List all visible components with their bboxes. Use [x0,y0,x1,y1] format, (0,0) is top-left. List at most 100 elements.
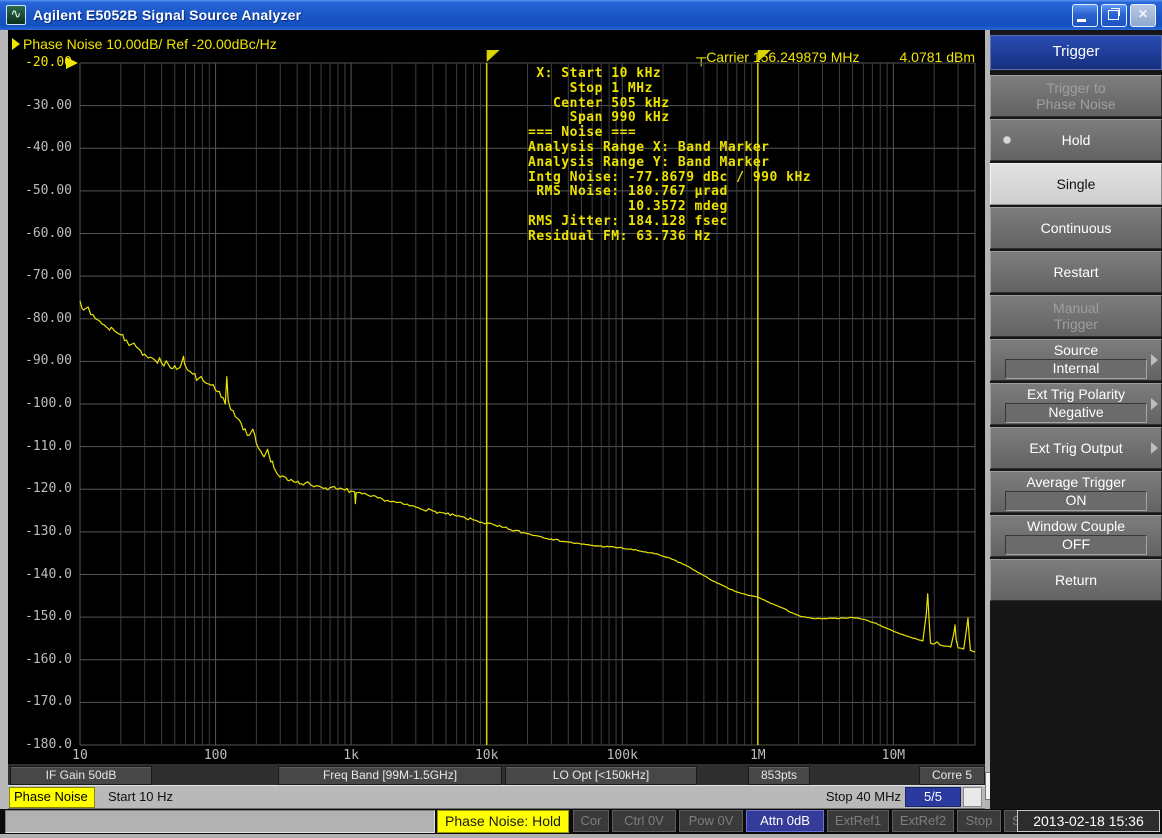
range-bar-scroll-thumb[interactable] [963,787,982,807]
window-title: Agilent E5052B Signal Source Analyzer [33,7,301,23]
softkey-return[interactable]: Return [990,559,1162,601]
y-axis-label: -130.0 [8,524,72,539]
analysis-line: Intg Noise: -77.8679 dBc / 990 kHz [528,171,811,185]
x-axis-label: 100 [181,748,251,763]
softkey-average-trigger[interactable]: Average TriggerON [990,471,1162,513]
datetime-readout: 2013-02-18 15:36 [1017,810,1160,832]
close-icon: ✕ [1131,7,1155,21]
y-axis-label: -150.0 [8,609,72,624]
status-indicator-row: CorCtrl 0VPow 0VAttn 0dBExtRef1ExtRef2St… [573,810,1042,832]
softkey-label: Trigger [1054,316,1098,332]
softkey-value: Internal [1005,359,1147,379]
status-message-panel [5,810,435,833]
minimize-icon [1077,19,1086,22]
window-frame-bottom [0,834,1162,838]
x-axis-label: 1M [723,748,793,763]
x-axis-label: 10 [45,748,115,763]
softkey-label: Ext Trig Output [1029,440,1122,456]
y-axis-label: -100.0 [8,396,72,411]
info-box-points: 853pts [748,766,810,785]
phase-noise-plot-panel: Phase Noise 10.00dB/ Ref -20.00dBc/Hz ┬C… [8,30,985,762]
radio-indicator-icon [1003,136,1011,144]
analysis-line: RMS Noise: 180.767 µrad [528,185,728,199]
y-axis-label: -70.00 [8,268,72,283]
y-axis-label: -160.0 [8,652,72,667]
app-icon: ∿ [6,5,26,25]
info-box-if-gain: IF Gain 50dB [10,766,152,785]
softkey-label: Return [1055,572,1097,588]
y-axis-label: -140.0 [8,567,72,582]
analysis-line: RMS Jitter: 184.128 fsec [528,215,728,229]
softkey-source[interactable]: SourceInternal [990,339,1162,381]
sweep-range-bar: Phase Noise Start 10 Hz Stop 40 MHz 5/5 [8,785,985,809]
softkey-label: Average Trigger [1026,474,1125,490]
softkey-value: Negative [1005,403,1147,423]
softkey-menu: Trigger Trigger toPhase NoiseHoldSingleC… [990,30,1162,809]
submenu-arrow-icon [1151,398,1158,410]
band-marker-flag-icon[interactable] [487,50,500,62]
analysis-line: Residual FM: 63.736 Hz [528,230,711,244]
sweep-start-readout: Start 10 Hz [108,789,173,804]
info-box-correction: Corre 5 [919,766,985,785]
trace-page-badge[interactable]: 5/5 [905,787,961,807]
measurement-mode-badge: Phase Noise [9,787,95,808]
y-axis-label: -90.00 [8,353,72,368]
softkey-restart[interactable]: Restart [990,251,1162,293]
status-indicator-stop[interactable]: Stop [957,810,1001,832]
softkey-label: Manual [1053,300,1099,316]
softkey-continuous[interactable]: Continuous [990,207,1162,249]
softkey-single[interactable]: Single [990,163,1162,205]
softkey-menu-title: Trigger [990,35,1162,70]
y-axis-label: -60.00 [8,226,72,241]
close-button[interactable]: ✕ [1130,4,1156,27]
y-axis-label: -80.00 [8,311,72,326]
y-axis-label: -40.00 [8,140,72,155]
status-indicator-extref1[interactable]: ExtRef1 [827,810,889,832]
softkey-label: Phase Noise [1036,96,1115,112]
phase-noise-chart [8,30,985,762]
analysis-line: X: Start 10 kHz [528,67,661,81]
softkey-ext-trig-output[interactable]: Ext Trig Output [990,427,1162,469]
softkey-label: Window Couple [1027,518,1125,534]
softkey-label: Restart [1053,264,1098,280]
measurement-info-bar: IF Gain 50dB Freq Band [99M-1.5GHz]LO Opt… [8,762,985,786]
status-bar: Phase Noise: Hold CorCtrl 0VPow 0VAttn 0… [0,809,1162,834]
softkey-label: Single [1057,176,1096,192]
window-titlebar: ∿ Agilent E5052B Signal Source Analyzer … [0,0,1162,31]
status-indicator-cor[interactable]: Cor [573,810,609,832]
status-indicator-attn-0db[interactable]: Attn 0dB [746,810,824,832]
status-indicator-pow-0v[interactable]: Pow 0V [679,810,743,832]
softkey-label: Trigger to [1046,80,1105,96]
softkey-label: Continuous [1041,220,1112,236]
restore-button[interactable] [1101,4,1127,27]
analysis-line: Span 990 kHz [528,111,670,125]
sweep-stop-readout: Stop 40 MHz [826,789,901,804]
softkey-label: Source [1054,342,1098,358]
softkey-manual-trigger[interactable]: ManualTrigger [990,295,1162,337]
x-axis-label: 100k [587,748,657,763]
status-indicator-ctrl-0v[interactable]: Ctrl 0V [612,810,676,832]
y-axis-label: -30.00 [8,98,72,113]
analysis-line: Analysis Range X: Band Marker [528,141,769,155]
trigger-status-badge: Phase Noise: Hold [437,810,569,833]
band-marker-flag-icon[interactable] [758,50,771,62]
y-axis-label: -120.0 [8,481,72,496]
softkey-window-couple[interactable]: Window CoupleOFF [990,515,1162,557]
softkey-hold[interactable]: Hold [990,119,1162,161]
softkey-label: Ext Trig Polarity [1027,386,1125,402]
submenu-arrow-icon [1151,442,1158,454]
analysis-line: Center 505 kHz [528,97,670,111]
y-axis-label: -170.0 [8,694,72,709]
minimize-button[interactable] [1072,4,1098,27]
info-box-freq-band: Freq Band [99M-1.5GHz] [278,766,502,785]
y-axis-reference-label: -20.00 [8,55,72,70]
softkey-trigger-to-phase-noise[interactable]: Trigger toPhase Noise [990,75,1162,117]
analysis-line: 10.3572 mdeg [528,200,728,214]
info-box-lo-opt: LO Opt [<150kHz] [505,766,697,785]
analysis-line: === Noise === [528,126,636,140]
softkey-value: ON [1005,491,1147,511]
x-axis-label: 10M [858,748,928,763]
x-axis-label: 1k [316,748,386,763]
softkey-ext-trig-polarity[interactable]: Ext Trig PolarityNegative [990,383,1162,425]
status-indicator-extref2[interactable]: ExtRef2 [892,810,954,832]
